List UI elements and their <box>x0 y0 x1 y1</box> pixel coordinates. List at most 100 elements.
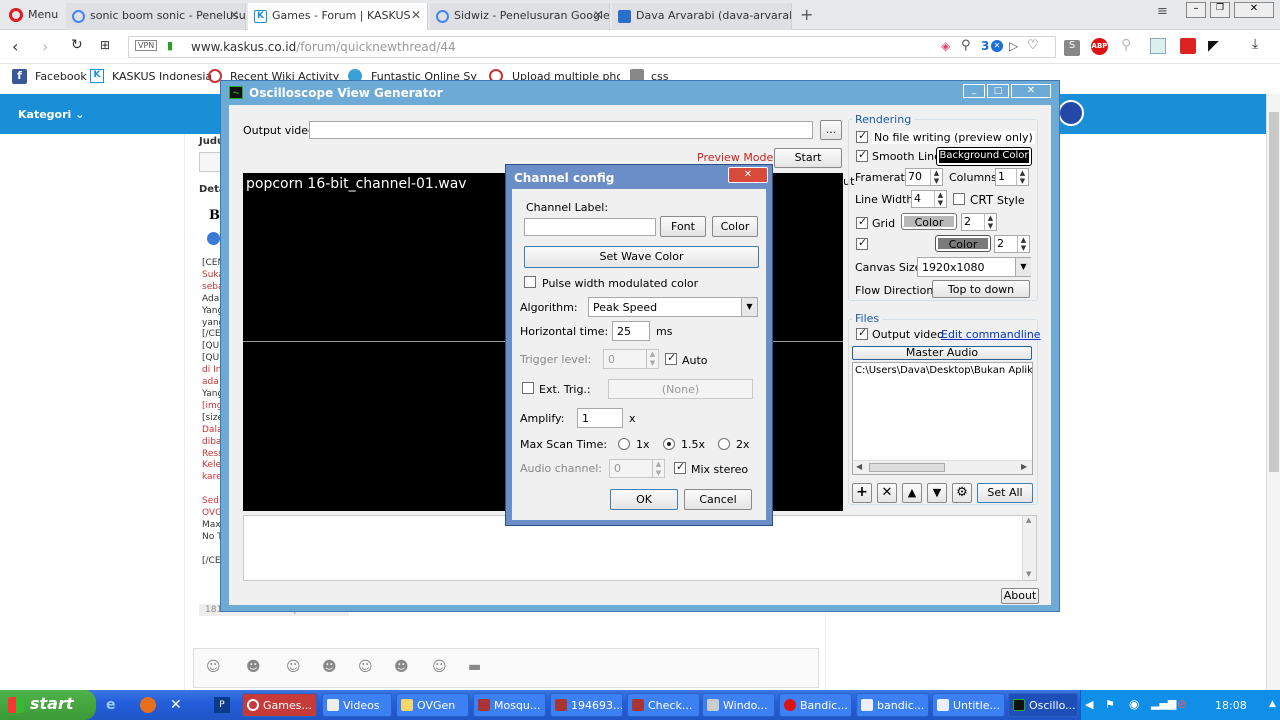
scroll-thumb[interactable] <box>1269 112 1279 472</box>
adblock-icon[interactable]: ABP <box>1091 38 1108 55</box>
chevron-down-icon[interactable]: ▼ <box>1015 258 1031 276</box>
horizontal-time-input[interactable]: 25 <box>612 321 650 341</box>
heart-icon[interactable]: ♡ <box>1027 38 1039 53</box>
chevron-down-icon[interactable]: ▼ <box>741 298 757 316</box>
emoji-icon[interactable]: ☺ <box>432 659 447 675</box>
grid-checkbox[interactable] <box>856 215 868 229</box>
emoji-icon[interactable]: ☻ <box>246 659 261 675</box>
cancel-button[interactable]: Cancel <box>684 489 752 510</box>
forward-icon[interactable]: › <box>42 37 48 56</box>
scroll-down-icon[interactable]: ▼ <box>1026 570 1031 578</box>
emoji-icon[interactable]: ☺ <box>206 659 221 675</box>
columns-spinner[interactable]: ▲ ▼ <box>1016 169 1028 185</box>
emoji-icon[interactable]: ☺ <box>286 659 301 675</box>
browse-button[interactable]: ... <box>820 120 842 140</box>
middle-line-color-button[interactable]: Color <box>935 235 991 252</box>
ok-button[interactable]: OK <box>610 489 678 510</box>
close-icon[interactable]: ✕ <box>593 8 603 22</box>
about-button[interactable]: About <box>1001 588 1039 604</box>
taskbar-item-bandic1[interactable]: Bandic... <box>779 693 852 717</box>
quicklaunch-firefox-icon[interactable] <box>140 697 156 713</box>
taskbar-item-windo[interactable]: Windo... <box>702 693 775 717</box>
audio-channel-spinner[interactable]: ▲ ▼ <box>652 460 664 477</box>
ext-trig-input[interactable]: (None) <box>608 379 753 399</box>
spin-down-icon[interactable]: ▼ <box>1018 244 1029 252</box>
close-badge-icon[interactable]: ✕ <box>991 40 1003 52</box>
vpn-badge[interactable]: VPN <box>135 40 158 51</box>
middle-line-spinner[interactable]: ▲ ▼ <box>1017 236 1029 252</box>
auto-checkbox[interactable] <box>665 351 677 365</box>
search-icon[interactable]: ⚲ <box>961 38 971 53</box>
taskbar-item-videos[interactable]: Videos <box>322 693 392 717</box>
spin-up-icon[interactable]: ▲ <box>931 169 942 177</box>
speed-dial-icon[interactable]: ⊞ <box>100 38 110 52</box>
files-output-video-checkbox[interactable] <box>856 326 868 340</box>
scan-2x-radio[interactable] <box>718 438 730 450</box>
log-scrollbar[interactable]: ▲ ▼ <box>1022 516 1036 580</box>
add-icon[interactable]: + <box>852 483 872 503</box>
quicklaunch-ie-icon[interactable]: e <box>106 697 122 713</box>
scan-1-5x-radio[interactable] <box>663 438 675 450</box>
new-tab-icon[interactable]: + <box>800 5 813 24</box>
line-width-spinner[interactable]: ▲ ▼ <box>934 191 946 207</box>
extension-cube-icon[interactable]: ◈ <box>941 39 950 53</box>
tray-volume-icon[interactable]: ◉ <box>1129 697 1139 711</box>
start-button[interactable]: Start <box>774 148 842 168</box>
spin-up-icon[interactable]: ▲ <box>1017 169 1028 177</box>
mix-stereo-checkbox[interactable] <box>674 460 686 474</box>
tab-menu-icon[interactable]: ≡ <box>1157 4 1168 19</box>
address-bar[interactable]: VPN ▮ www.kaskus.co.id/forum/quicknewthr… <box>128 36 1056 58</box>
scroll-left-icon[interactable]: ◀ <box>856 462 862 471</box>
flow-direction-button[interactable]: Top to down <box>932 280 1030 298</box>
master-audio-button[interactable]: Master Audio <box>852 346 1032 360</box>
badge-count[interactable]: 3 <box>981 39 989 53</box>
pulse-width-checkbox[interactable] <box>524 276 536 288</box>
file-list[interactable]: C:\Users\Dava\Desktop\Bukan Aplikas ◀ ▶ <box>852 362 1033 475</box>
share-icon[interactable]: ▷ <box>1009 39 1018 53</box>
grid-width-spinner[interactable]: ▲ ▼ <box>984 214 996 230</box>
scroll-up-icon[interactable]: ▲ <box>1026 516 1031 524</box>
taskbar-item-194693[interactable]: 194693... <box>550 693 623 717</box>
emoji-icon[interactable]: ☻ <box>322 659 337 675</box>
move-down-icon[interactable]: ▼ <box>927 483 947 503</box>
spin-down-icon[interactable]: ▼ <box>935 199 946 207</box>
file-list-item[interactable]: C:\Users\Dava\Desktop\Bukan Aplikas <box>855 365 1032 376</box>
window-close-icon[interactable]: ✕ <box>1234 2 1274 18</box>
back-icon[interactable]: ‹ <box>12 37 18 56</box>
page-scrollbar[interactable] <box>1266 94 1280 690</box>
close-icon[interactable]: ✕ <box>411 8 421 22</box>
extension-s-icon[interactable]: S <box>1064 40 1080 56</box>
scroll-thumb[interactable] <box>869 463 945 472</box>
canvas-size-select[interactable]: 1920x1080 <box>917 257 1031 277</box>
bookmark-facebook[interactable]: Facebook <box>35 70 87 83</box>
grid-color-button[interactable]: Color <box>901 213 957 230</box>
hscrollbar[interactable]: ◀ ▶ <box>853 460 1032 474</box>
zoom-search-icon[interactable]: ⚲ <box>1121 37 1131 53</box>
download-icon[interactable]: ⤓ <box>1252 36 1258 52</box>
pdf-extension-icon[interactable] <box>1180 38 1196 54</box>
emoji-icon[interactable]: ☺ <box>358 659 373 675</box>
tab-3[interactable]: Dava Arvarabi (dava-arvarab <box>612 3 792 30</box>
spin-up-icon[interactable]: ▲ <box>1018 236 1029 244</box>
taskbar-item-untitled[interactable]: Untitle... <box>932 693 1005 717</box>
tab-0[interactable]: sonic boom sonic - Penelusur ✕ <box>66 3 246 30</box>
emoji-icon[interactable]: ☻ <box>394 659 409 675</box>
tray-signal-icon[interactable]: ▂▄▆ <box>1151 697 1176 710</box>
smooth-line-checkbox[interactable] <box>856 148 868 162</box>
sonic-avatar-icon[interactable] <box>1058 100 1084 126</box>
tab-2[interactable]: Sidwiz - Penelusuran Google ✕ <box>430 3 610 30</box>
algorithm-select[interactable]: Peak Speed <box>588 297 758 317</box>
font-button[interactable]: Font <box>660 216 706 237</box>
tray-flag-icon[interactable]: ⚑ <box>1105 698 1115 711</box>
spin-up-icon[interactable]: ▲ <box>647 350 658 359</box>
edit-commandline-link[interactable]: Edit commandline <box>941 328 1041 341</box>
emoji-picker-icon[interactable] <box>207 232 220 245</box>
bold-icon[interactable]: B <box>209 208 220 223</box>
quicklaunch-desktop-icon[interactable]: ✕ <box>170 697 186 713</box>
scan-1x-radio[interactable] <box>618 438 630 450</box>
spin-down-icon[interactable]: ▼ <box>931 177 942 185</box>
tray-blocked-icon[interactable]: ⊘ <box>1177 697 1187 711</box>
scroll-right-icon[interactable]: ▶ <box>1021 462 1027 471</box>
reload-icon[interactable]: ↻ <box>71 37 83 53</box>
crt-checkbox[interactable] <box>953 193 965 205</box>
